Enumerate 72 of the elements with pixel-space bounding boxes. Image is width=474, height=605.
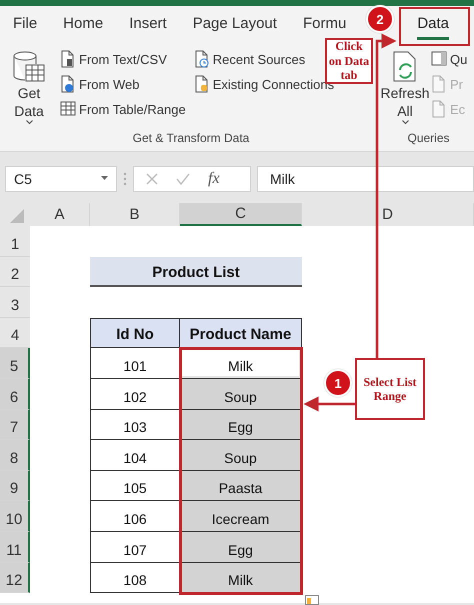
row-header[interactable]: 2 [0,256,30,288]
title-cell: Product List [90,256,302,288]
check-icon[interactable] [176,172,190,184]
document-icon [431,100,447,118]
table-cell: 106 [90,501,180,532]
row-header[interactable]: 12 [0,562,30,594]
table-cell[interactable]: Egg [180,410,302,440]
ribbon-button[interactable]: From Web [60,73,140,95]
column-heading-cell: Product Name [180,318,302,348]
table-cell: 105 [90,470,180,502]
highlight-frame [399,7,470,46]
table-cell: 102 [90,378,180,410]
table-cell[interactable]: Milk [180,562,302,594]
ribbon-button[interactable]: From Table/Range [60,98,186,120]
table-cell[interactable]: Egg [180,532,302,563]
ribbon-tab[interactable]: Insert [116,10,180,36]
row-header[interactable]: 5 [0,348,30,379]
cancel-icon[interactable] [146,172,158,184]
caret-icon [402,120,408,126]
row-header[interactable]: 8 [0,440,30,471]
table-cell[interactable]: Paasta [180,470,302,502]
insert-function-button[interactable]: fx [208,170,220,188]
get-data-button[interactable]: Get Data [6,48,52,131]
globe-document-icon [60,75,76,93]
group-label: Queries [406,131,451,147]
ribbon-button[interactable]: Recent Sources [194,48,306,70]
database-icon [12,50,46,84]
table-cell[interactable]: Soup [180,378,302,410]
table-cell[interactable]: Soup [180,440,302,471]
ribbon-tab[interactable]: Formu [290,10,360,36]
name-box[interactable]: C5 [5,166,117,192]
table-cell[interactable]: Milk [180,348,302,379]
clock-document-icon [194,50,210,68]
callout-box: Click on Data tab [325,38,373,84]
table-cell: 103 [90,410,180,440]
dropdown-icon[interactable] [101,176,108,181]
caret-icon [26,120,32,126]
ribbon-tab[interactable]: Page Layout [180,10,290,36]
connector-arrow [304,396,355,412]
quick-analysis-icon[interactable] [305,595,319,605]
callout-box: Select List Range [355,358,425,420]
table-cell[interactable]: Icecream [180,501,302,532]
row-header[interactable]: 4 [0,318,30,348]
group-label: Get & Transform Data [132,131,250,147]
table-cell: 104 [90,440,180,471]
table-cell: 108 [90,562,180,594]
refresh-button[interactable]: Refresh All [383,48,427,131]
row-header[interactable]: 7 [0,410,30,440]
ribbon-tab[interactable]: File [0,10,50,36]
row-header[interactable]: 6 [0,378,30,410]
row-header[interactable]: 3 [0,287,30,318]
row-header[interactable]: 9 [0,470,30,502]
column-heading-cell: Id No [90,318,180,348]
column-header[interactable]: C [180,203,302,226]
column-header[interactable]: D [302,203,474,226]
database-document-icon [194,75,210,93]
cell-reference: C5 [14,170,32,186]
row-header[interactable]: 11 [0,532,30,563]
grip-icon [123,170,127,186]
panel-icon [431,50,447,68]
ribbon-tab[interactable]: Home [50,10,116,36]
table-cell: 101 [90,348,180,379]
table-icon [60,100,76,118]
row-header[interactable]: 10 [0,501,30,532]
row-header[interactable]: 1 [0,226,30,257]
column-header[interactable]: A [30,203,90,226]
ribbon-button[interactable]: Qu [431,48,468,70]
table-cell: 107 [90,532,180,563]
formula-field[interactable]: Milk [257,166,474,192]
document-icon [60,50,76,68]
column-header[interactable]: B [90,203,180,226]
ribbon-button[interactable]: From Text/CSV [60,48,167,70]
